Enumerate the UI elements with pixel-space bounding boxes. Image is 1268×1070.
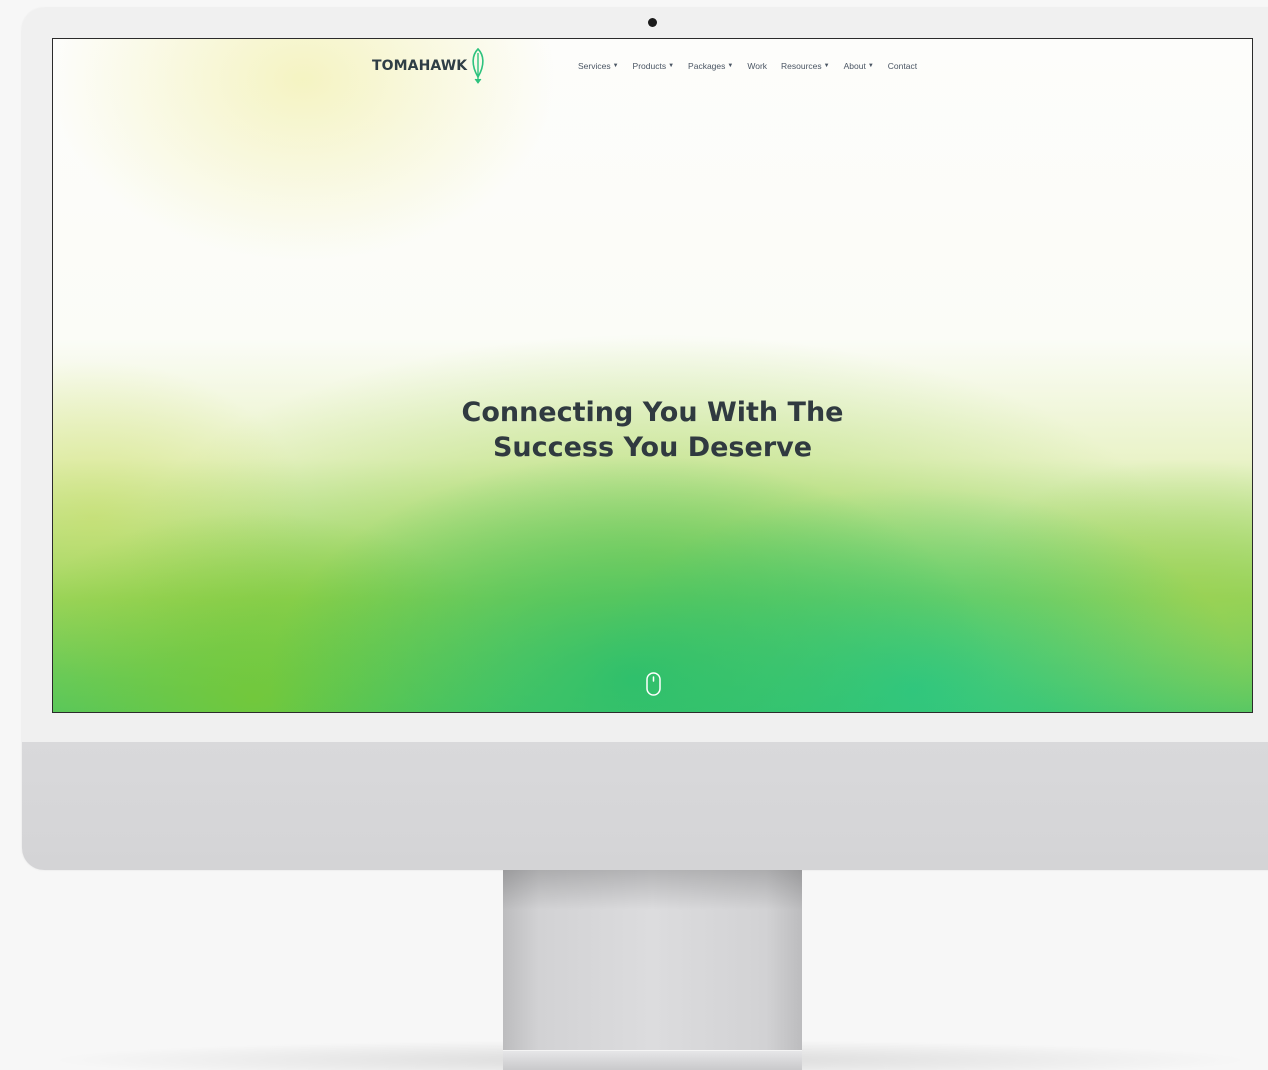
hero-background <box>53 39 1252 712</box>
nav-item-contact[interactable]: Contact <box>888 61 917 71</box>
nav-item-work[interactable]: Work <box>747 61 767 71</box>
mouse-scroll-icon[interactable] <box>646 672 661 696</box>
nav-item-packages[interactable]: Packages ▼ <box>688 61 733 71</box>
nav-item-label: Contact <box>887 61 918 71</box>
nav-item-about[interactable]: About ▼ <box>844 61 874 71</box>
camera-dot-icon <box>648 18 657 27</box>
nav-item-resources[interactable]: Resources ▼ <box>781 61 830 71</box>
caret-down-icon: ▼ <box>823 63 830 69</box>
nav-item-label: Work <box>747 61 768 71</box>
imac-stand-base <box>503 1050 802 1070</box>
hero-headline-line1: Connecting You With The <box>461 397 844 428</box>
nav-item-products[interactable]: Products ▼ <box>633 61 675 71</box>
main-menu: Services ▼ Products ▼ Packages ▼ Work Re… <box>578 61 917 71</box>
caret-down-icon: ▼ <box>668 63 675 69</box>
hero-headline: Connecting You With The Success You Dese… <box>53 395 1252 465</box>
website-screen: TOMAHAWK Services ▼ Products ▼ Packages … <box>52 38 1253 713</box>
nav-item-label: Resources <box>781 61 822 71</box>
nav-item-label: Products <box>632 61 667 71</box>
feather-icon <box>472 47 484 84</box>
nav-item-label: Services <box>578 61 611 71</box>
caret-down-icon: ▼ <box>867 63 874 69</box>
caret-down-icon: ▼ <box>612 63 619 69</box>
site-logo[interactable]: TOMAHAWK <box>372 47 487 85</box>
nav-item-services[interactable]: Services ▼ <box>578 61 619 71</box>
nav-item-label: Packages <box>688 61 726 71</box>
nav-item-label: About <box>843 61 866 71</box>
hero-headline-line2: Success You Deserve <box>492 432 813 463</box>
logo-text: TOMAHAWK <box>372 58 468 74</box>
caret-down-icon: ▼ <box>727 63 734 69</box>
stand-shadow <box>503 870 802 910</box>
top-navigation: TOMAHAWK Services ▼ Products ▼ Packages … <box>53 39 1252 95</box>
